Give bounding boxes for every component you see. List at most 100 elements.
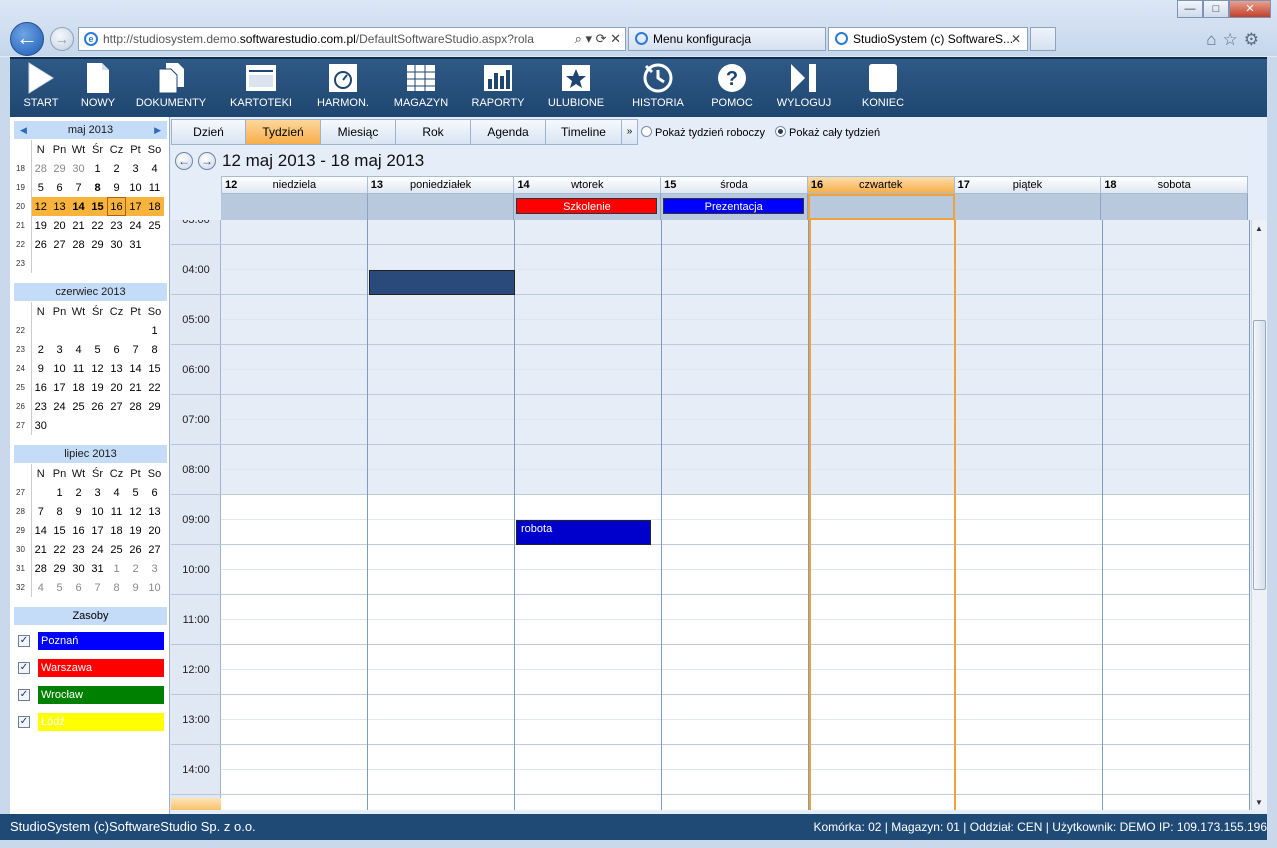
day-cell[interactable]: 28 [31,559,50,578]
day-cell[interactable]: 28 [69,235,88,254]
day-cell[interactable]: 15 [88,197,107,216]
day-cell[interactable]: 14 [31,521,50,540]
maximize-icon[interactable]: □ [1203,0,1229,18]
toolbar-wyloguj-button[interactable]: WYLOGUJ [764,59,844,117]
allday-cell[interactable] [1101,194,1249,220]
prev-month-icon[interactable]: ◀ [20,121,27,139]
day-cell[interactable]: 30 [31,416,50,435]
day-cell[interactable]: 13 [50,197,69,216]
resource-checkbox[interactable]: ✓ [18,689,30,701]
day-cell[interactable]: 29 [50,559,69,578]
day-column[interactable] [1103,220,1250,810]
day-cell[interactable]: 19 [126,521,145,540]
day-cell[interactable]: 2 [107,159,126,178]
day-cell[interactable]: 5 [88,340,107,359]
day-cell[interactable]: 8 [107,578,126,597]
day-cell[interactable]: 27 [107,397,126,416]
day-cell[interactable]: 6 [69,578,88,597]
day-cell[interactable]: 27 [50,235,69,254]
day-cell[interactable]: 12 [126,502,145,521]
url-tools-icon[interactable]: ⌕ ▾ ⟳ ✕ [575,28,621,50]
day-cell[interactable]: 6 [145,483,164,502]
next-week-arrow-icon[interactable]: → [198,152,216,170]
day-cell[interactable]: 7 [88,578,107,597]
day-cell[interactable]: 18 [107,521,126,540]
day-cell[interactable]: 26 [126,540,145,559]
day-cell[interactable]: 10 [88,502,107,521]
resource-checkbox[interactable]: ✓ [18,635,30,647]
toolbar-pomoc-button[interactable]: ? POMOC [700,59,764,117]
day-cell[interactable]: 30 [107,235,126,254]
day-cell[interactable]: 2 [69,483,88,502]
toolbar-historia-button[interactable]: HISTORIA [616,59,700,117]
toolbar-kartoteki-button[interactable]: KARTOTEKI [218,59,304,117]
day-cell[interactable]: 18 [69,378,88,397]
browser-tab-menu[interactable]: Menu konfiguracja [628,27,826,51]
day-cell[interactable]: 13 [107,359,126,378]
allday-event[interactable]: Szkolenie [516,198,658,214]
day-column[interactable] [662,220,809,810]
tab-week[interactable]: Tydzień [246,119,321,145]
day-cell[interactable]: 3 [145,559,164,578]
day-cell[interactable]: 4 [31,578,50,597]
day-column[interactable] [809,220,956,810]
day-cell[interactable]: 5 [31,178,50,197]
day-header[interactable]: 16 czwartek [807,176,955,194]
day-cell[interactable]: 16 [69,521,88,540]
allday-cell[interactable]: Prezentacja [661,194,808,220]
day-cell[interactable]: 24 [88,540,107,559]
day-cell[interactable]: 23 [31,397,50,416]
allday-cell[interactable] [955,194,1102,220]
toolbar-nowy-button[interactable]: NOWY [72,59,124,117]
day-cell[interactable]: 10 [145,578,164,597]
day-cell[interactable]: 12 [88,359,107,378]
day-cell[interactable]: 22 [145,378,164,397]
toolbar-dokumenty-button[interactable]: DOKUMENTY [124,59,218,117]
day-cell[interactable]: 20 [50,216,69,235]
allday-event[interactable]: Prezentacja [663,198,805,214]
day-cell[interactable]: 31 [126,235,145,254]
day-cell[interactable]: 11 [69,359,88,378]
day-cell[interactable]: 29 [88,235,107,254]
radio-work-week[interactable]: Pokaż tydzień roboczy [641,126,765,139]
toolbar-raporty-button[interactable]: RAPORTY [460,59,536,117]
calendar-event[interactable]: robota [516,520,651,545]
day-cell[interactable]: 17 [50,378,69,397]
day-cell[interactable]: 10 [50,359,69,378]
tab-year[interactable]: Rok [396,119,471,145]
day-cell[interactable]: 20 [145,521,164,540]
day-cell[interactable]: 1 [145,321,164,340]
day-cell[interactable]: 12 [31,197,50,216]
prev-week-arrow-icon[interactable]: ← [175,152,193,170]
day-cell[interactable]: 30 [69,559,88,578]
day-cell[interactable]: 5 [50,578,69,597]
browser-tab-studiosystem[interactable]: StudioSystem (c) SoftwareS... ✕ [828,27,1028,51]
day-cell[interactable]: 15 [145,359,164,378]
new-tab-button[interactable] [1030,27,1056,51]
toolbar-harmon-button[interactable]: HARMON. [304,59,382,117]
day-cell[interactable]: 14 [126,359,145,378]
vertical-scrollbar[interactable]: ▲ ▼ [1251,220,1267,810]
day-cell[interactable]: 13 [145,502,164,521]
day-cell[interactable]: 9 [31,359,50,378]
tab-agenda[interactable]: Agenda [471,119,546,145]
day-cell[interactable]: 9 [126,578,145,597]
day-cell[interactable]: 16 [31,378,50,397]
day-cell[interactable]: 19 [31,216,50,235]
day-cell[interactable]: 8 [145,340,164,359]
day-cell[interactable]: 27 [145,540,164,559]
day-cell[interactable]: 1 [107,559,126,578]
day-column[interactable] [515,220,662,810]
day-cell[interactable]: 11 [145,178,164,197]
day-cell[interactable]: 1 [88,159,107,178]
day-cell[interactable]: 7 [69,178,88,197]
day-cell[interactable]: 1 [50,483,69,502]
day-cell[interactable]: 4 [107,483,126,502]
day-cell[interactable]: 8 [50,502,69,521]
day-cell[interactable]: 20 [107,378,126,397]
resource-item[interactable]: ✓ Warszawa [18,658,168,678]
minimize-icon[interactable]: — [1177,0,1203,18]
day-cell[interactable]: 21 [69,216,88,235]
day-column[interactable] [956,220,1103,810]
day-cell[interactable]: 26 [88,397,107,416]
